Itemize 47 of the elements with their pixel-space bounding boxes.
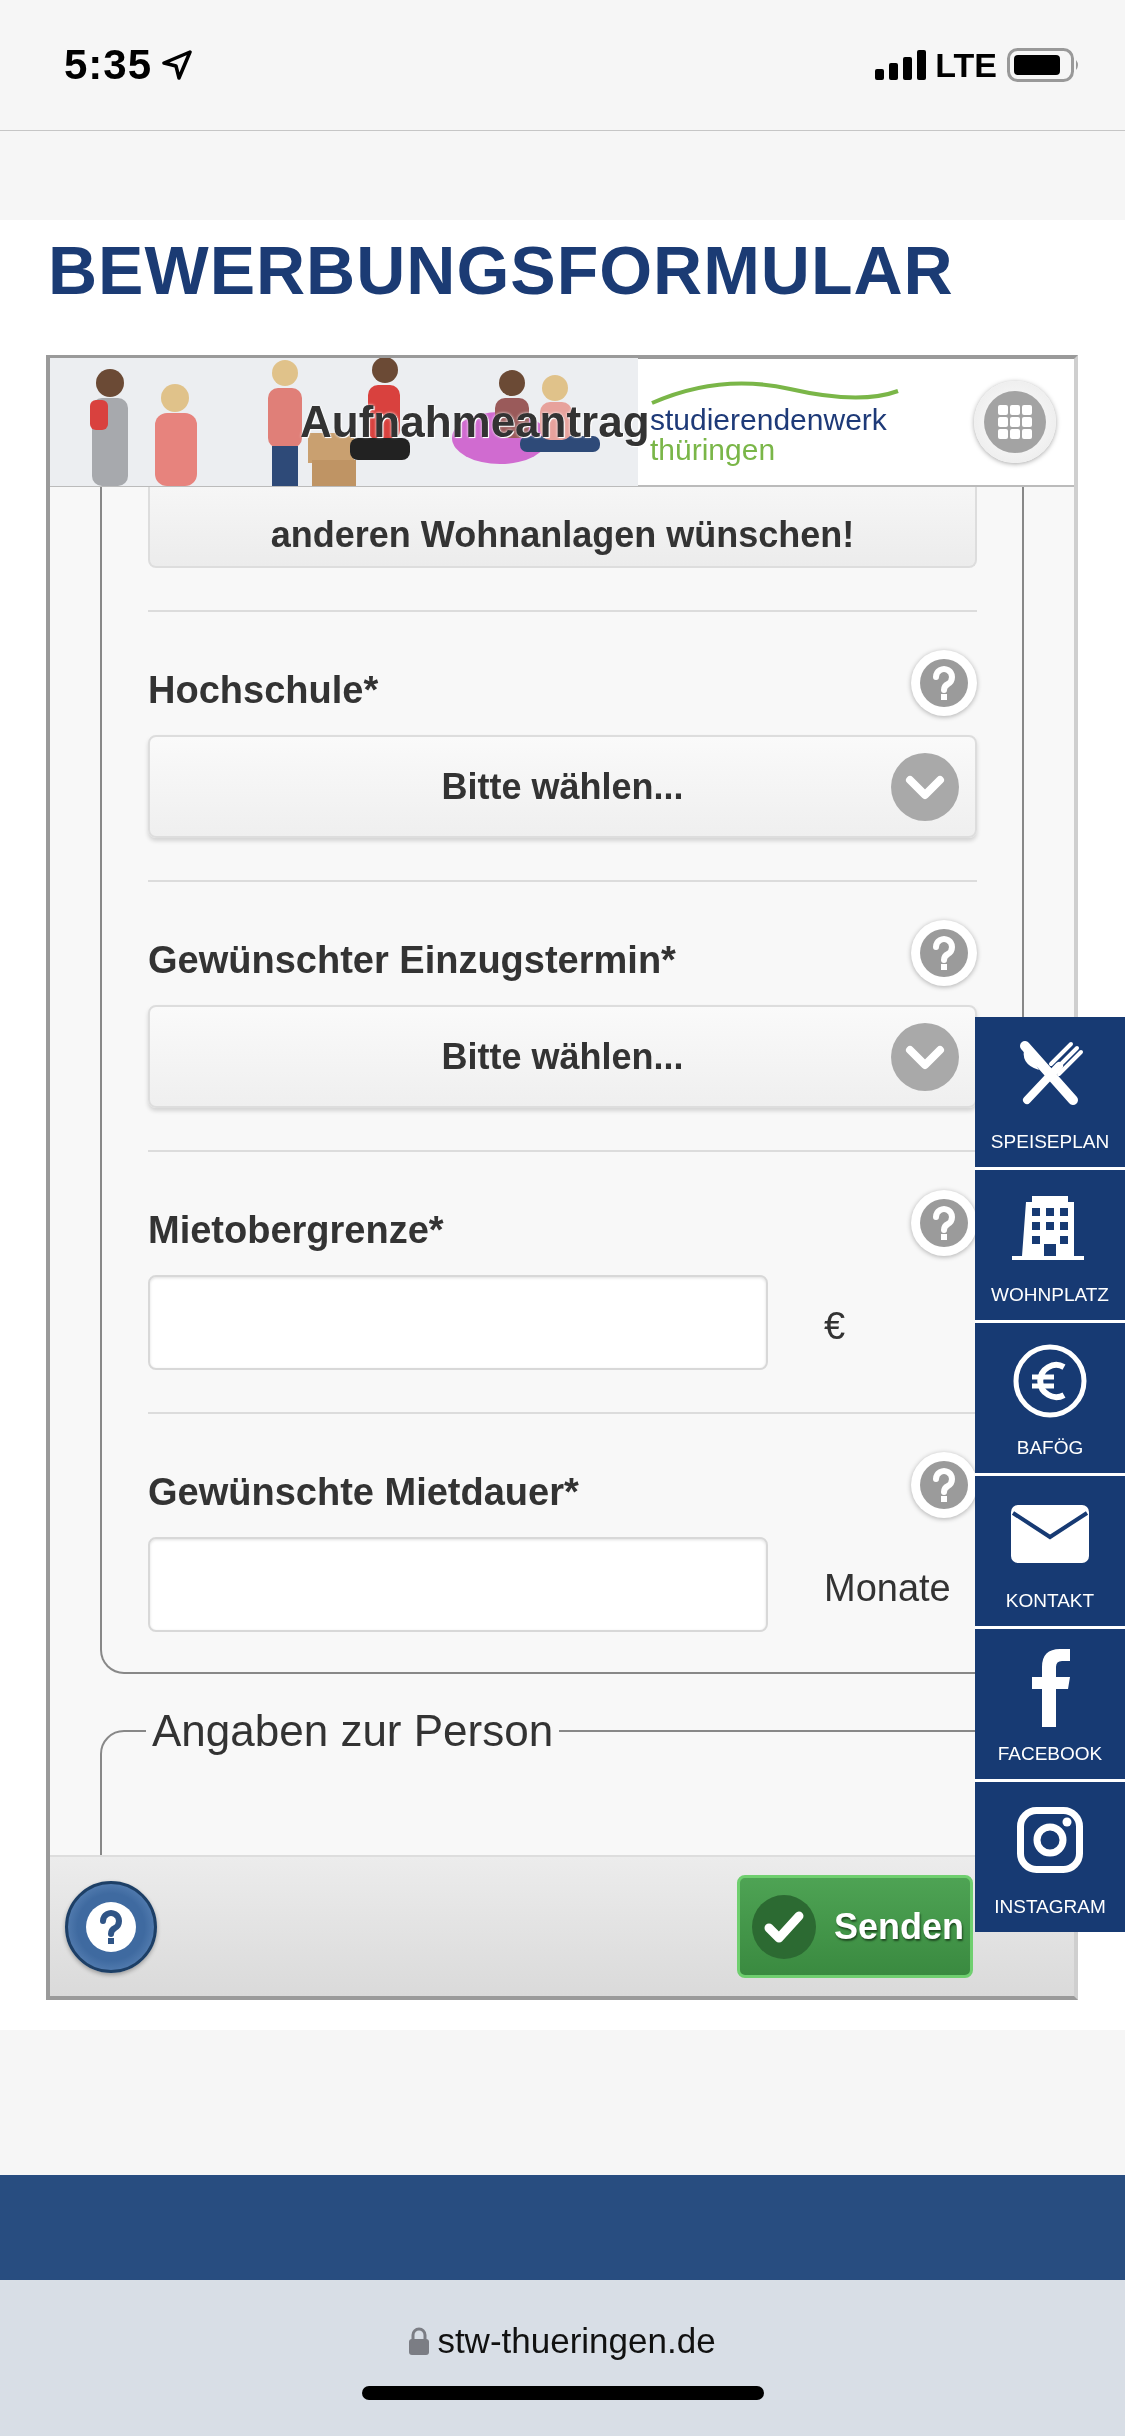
logo-name: studierendenwerk	[650, 405, 888, 435]
field-label: Mietobergrenze*	[148, 1208, 444, 1252]
help-icon	[920, 1461, 968, 1509]
address-bar-url[interactable]: stw-thueringen.de	[437, 2321, 716, 2361]
side-nav-item[interactable]: SPEISEPLAN	[975, 1017, 1125, 1167]
help-icon	[86, 1901, 136, 1952]
clock-time: 5:35	[64, 41, 153, 89]
side-nav-item[interactable]: BAFÖG	[975, 1323, 1125, 1473]
input-field[interactable]	[148, 1537, 768, 1632]
select-field[interactable]: Bitte wählen...	[148, 735, 977, 838]
field-label: Gewünschter Einzugstermin*	[148, 938, 676, 982]
network-type: LTE	[935, 45, 997, 85]
input-field[interactable]	[148, 1275, 768, 1370]
unit-label: €	[824, 1305, 846, 1348]
help-button[interactable]	[65, 1880, 157, 1973]
location-arrow-icon	[162, 50, 193, 80]
help-icon	[920, 929, 968, 977]
menu-button[interactable]	[974, 381, 1056, 463]
select-field[interactable]: Bitte wählen...	[148, 1005, 977, 1108]
help-button[interactable]	[911, 1190, 977, 1256]
lock-icon	[409, 2327, 430, 2355]
euro-icon	[1012, 1343, 1088, 1419]
side-nav-item[interactable]: FACEBOOK	[975, 1629, 1125, 1779]
section-legend: Angaben zur Person	[146, 1706, 560, 1756]
logo-swoosh-icon	[650, 379, 900, 405]
signal-icon	[875, 50, 928, 80]
send-button[interactable]: Senden	[737, 1875, 973, 1978]
side-nav-item[interactable]: WOHNPLATZ	[975, 1170, 1125, 1320]
grid-icon	[984, 391, 1046, 453]
option-button[interactable]: anderen Wohnanlagen wünschen!	[148, 487, 977, 568]
chevron-down-icon	[891, 753, 959, 821]
help-button[interactable]	[911, 1452, 977, 1518]
help-icon	[920, 659, 968, 707]
envelope-icon	[1011, 1505, 1089, 1563]
facebook-icon	[1030, 1647, 1070, 1727]
side-nav-item[interactable]: INSTAGRAM	[975, 1782, 1125, 1932]
field-label: Gewünschte Mietdauer*	[148, 1470, 579, 1514]
field-label: Hochschule*	[148, 668, 379, 712]
help-icon	[920, 1199, 968, 1247]
logo-region: thüringen	[650, 435, 777, 465]
unit-label: Monate	[824, 1567, 951, 1610]
instagram-icon	[1017, 1807, 1083, 1873]
chevron-down-icon	[891, 1023, 959, 1091]
battery-icon	[1007, 48, 1081, 82]
checkmark-icon	[752, 1894, 816, 1959]
page-title: BEWERBUNGSFORMULAR	[48, 231, 955, 310]
side-nav-item[interactable]: KONTAKT	[975, 1476, 1125, 1626]
